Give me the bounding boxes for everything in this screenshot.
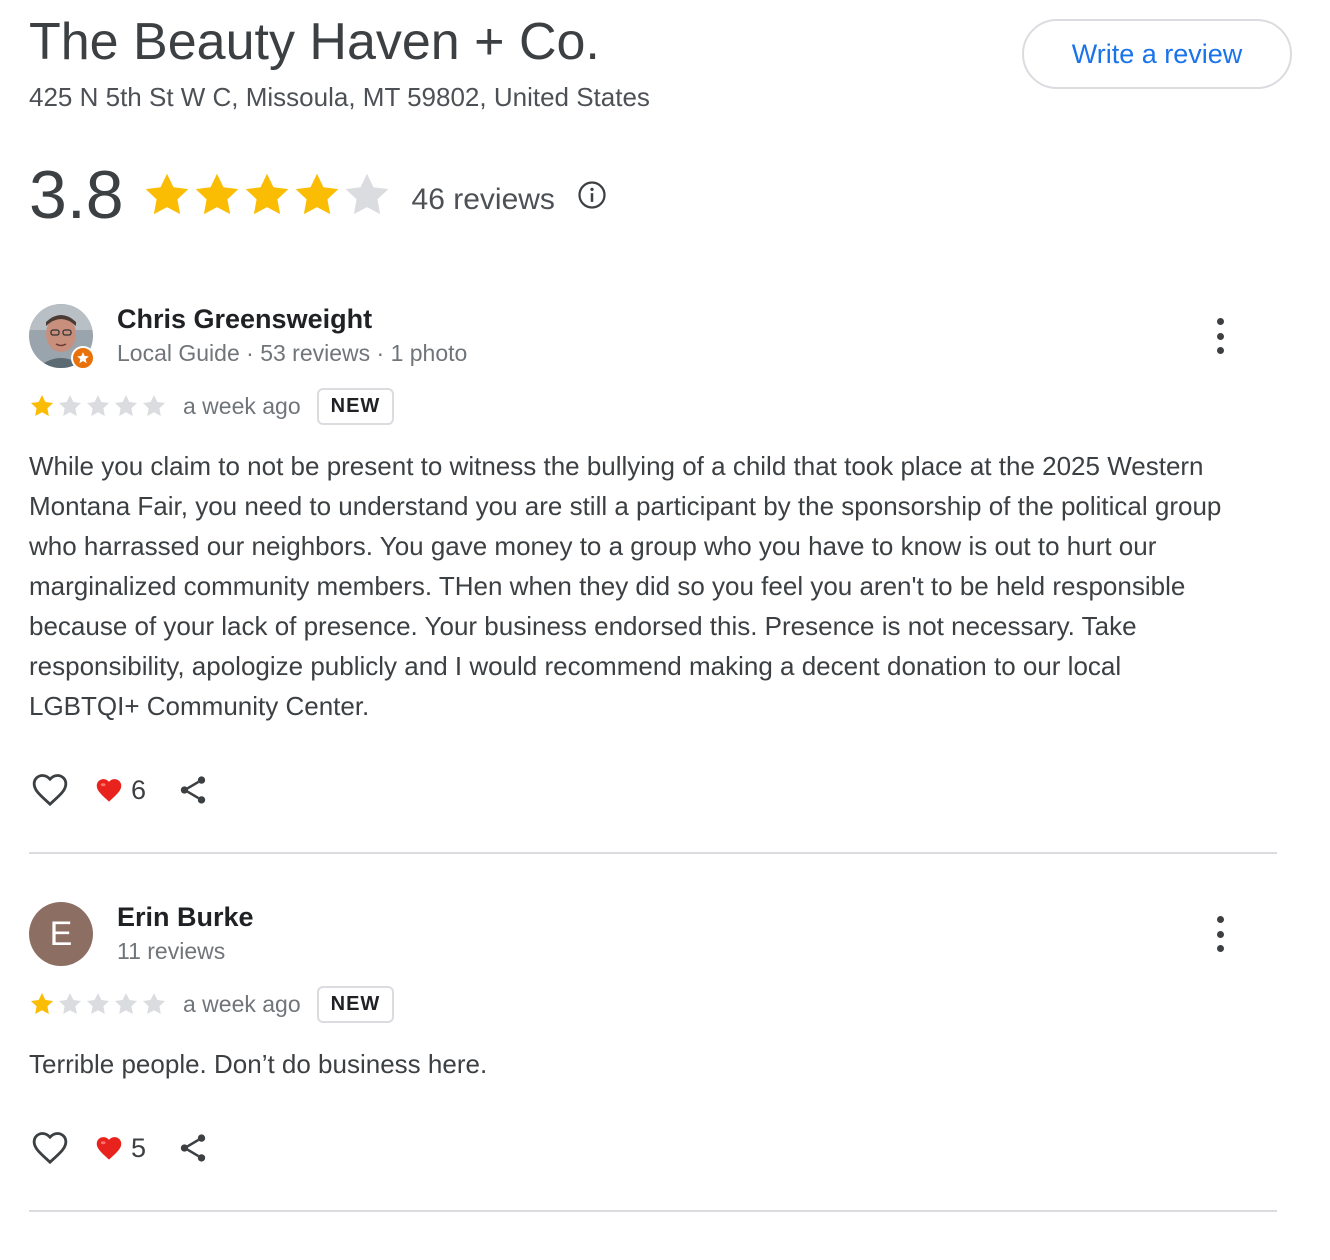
reviews-panel: The Beauty Haven + Co. 425 N 5th St W C,… xyxy=(0,0,1330,1260)
red-heart-icon xyxy=(96,1137,122,1160)
review-stars xyxy=(29,393,169,419)
star-filled-icon xyxy=(295,173,338,215)
star-filled-icon xyxy=(30,394,54,416)
new-badge: NEW xyxy=(316,985,395,1023)
star-empty-icon xyxy=(345,173,388,215)
star-empty-icon xyxy=(86,394,110,416)
write-review-button[interactable]: Write a review xyxy=(1022,19,1292,89)
new-badge: NEW xyxy=(316,387,395,425)
star-filled-icon xyxy=(30,992,54,1014)
review-actions: 6 xyxy=(29,768,210,812)
review-stars xyxy=(29,991,169,1017)
star-filled-icon xyxy=(245,173,288,215)
like-heart-icon[interactable] xyxy=(29,770,71,810)
star-empty-icon xyxy=(86,992,110,1014)
avatar-letter: E xyxy=(29,902,93,966)
reviewer-name[interactable]: Chris Greensweight xyxy=(117,304,372,335)
more-options-icon[interactable] xyxy=(1205,916,1235,952)
review-count: 46 reviews xyxy=(411,183,555,216)
local-guide-badge-icon xyxy=(71,346,95,370)
review-rating: a week ago NEW xyxy=(29,982,395,1026)
review-text: While you claim to not be present to wit… xyxy=(29,451,1222,721)
review-date: a week ago xyxy=(183,990,301,1017)
share-icon[interactable] xyxy=(176,1130,210,1166)
star-empty-icon xyxy=(114,992,138,1014)
share-icon[interactable] xyxy=(176,772,210,808)
reviewer-meta: Local Guide · 53 reviews · 1 photo xyxy=(117,340,468,366)
heart-reaction[interactable]: 5 xyxy=(95,1133,146,1164)
like-heart-icon[interactable] xyxy=(29,1128,71,1168)
star-empty-icon xyxy=(58,394,82,416)
star-filled-icon xyxy=(195,173,238,215)
heart-count: 5 xyxy=(131,1132,147,1163)
avatar[interactable]: E xyxy=(29,902,93,966)
avatar[interactable] xyxy=(29,304,95,370)
review-item: E Erin Burke 11 reviews a week ago NEW T… xyxy=(29,902,1279,1192)
star-empty-icon xyxy=(142,394,166,416)
star-empty-icon xyxy=(58,992,82,1014)
info-icon[interactable] xyxy=(577,180,607,210)
review-actions: 5 xyxy=(29,1126,210,1170)
rating-value: 3.8 xyxy=(29,157,124,233)
divider xyxy=(29,852,1277,854)
reviewer-name[interactable]: Erin Burke xyxy=(117,902,254,933)
heart-reaction[interactable]: 6 xyxy=(95,775,146,806)
reviewer-meta: 11 reviews xyxy=(117,938,226,964)
heart-count: 6 xyxy=(131,774,147,805)
star-empty-icon xyxy=(142,992,166,1014)
review-text: Terrible people. Don’t do business here. xyxy=(29,1049,488,1079)
overall-rating-stars xyxy=(142,170,392,220)
review-item: Chris Greensweight Local Guide · 53 revi… xyxy=(29,304,1279,824)
divider xyxy=(29,1210,1277,1212)
more-options-icon[interactable] xyxy=(1205,318,1235,354)
review-date: a week ago xyxy=(183,392,301,419)
overall-rating: 3.8 46 reviews xyxy=(29,150,607,240)
star-empty-icon xyxy=(114,394,138,416)
red-heart-icon xyxy=(96,779,122,802)
review-rating: a week ago NEW xyxy=(29,384,395,428)
business-address: 425 N 5th St W C, Missoula, MT 59802, Un… xyxy=(29,82,650,112)
star-filled-icon xyxy=(145,173,188,215)
business-name: The Beauty Haven + Co. xyxy=(29,13,600,71)
